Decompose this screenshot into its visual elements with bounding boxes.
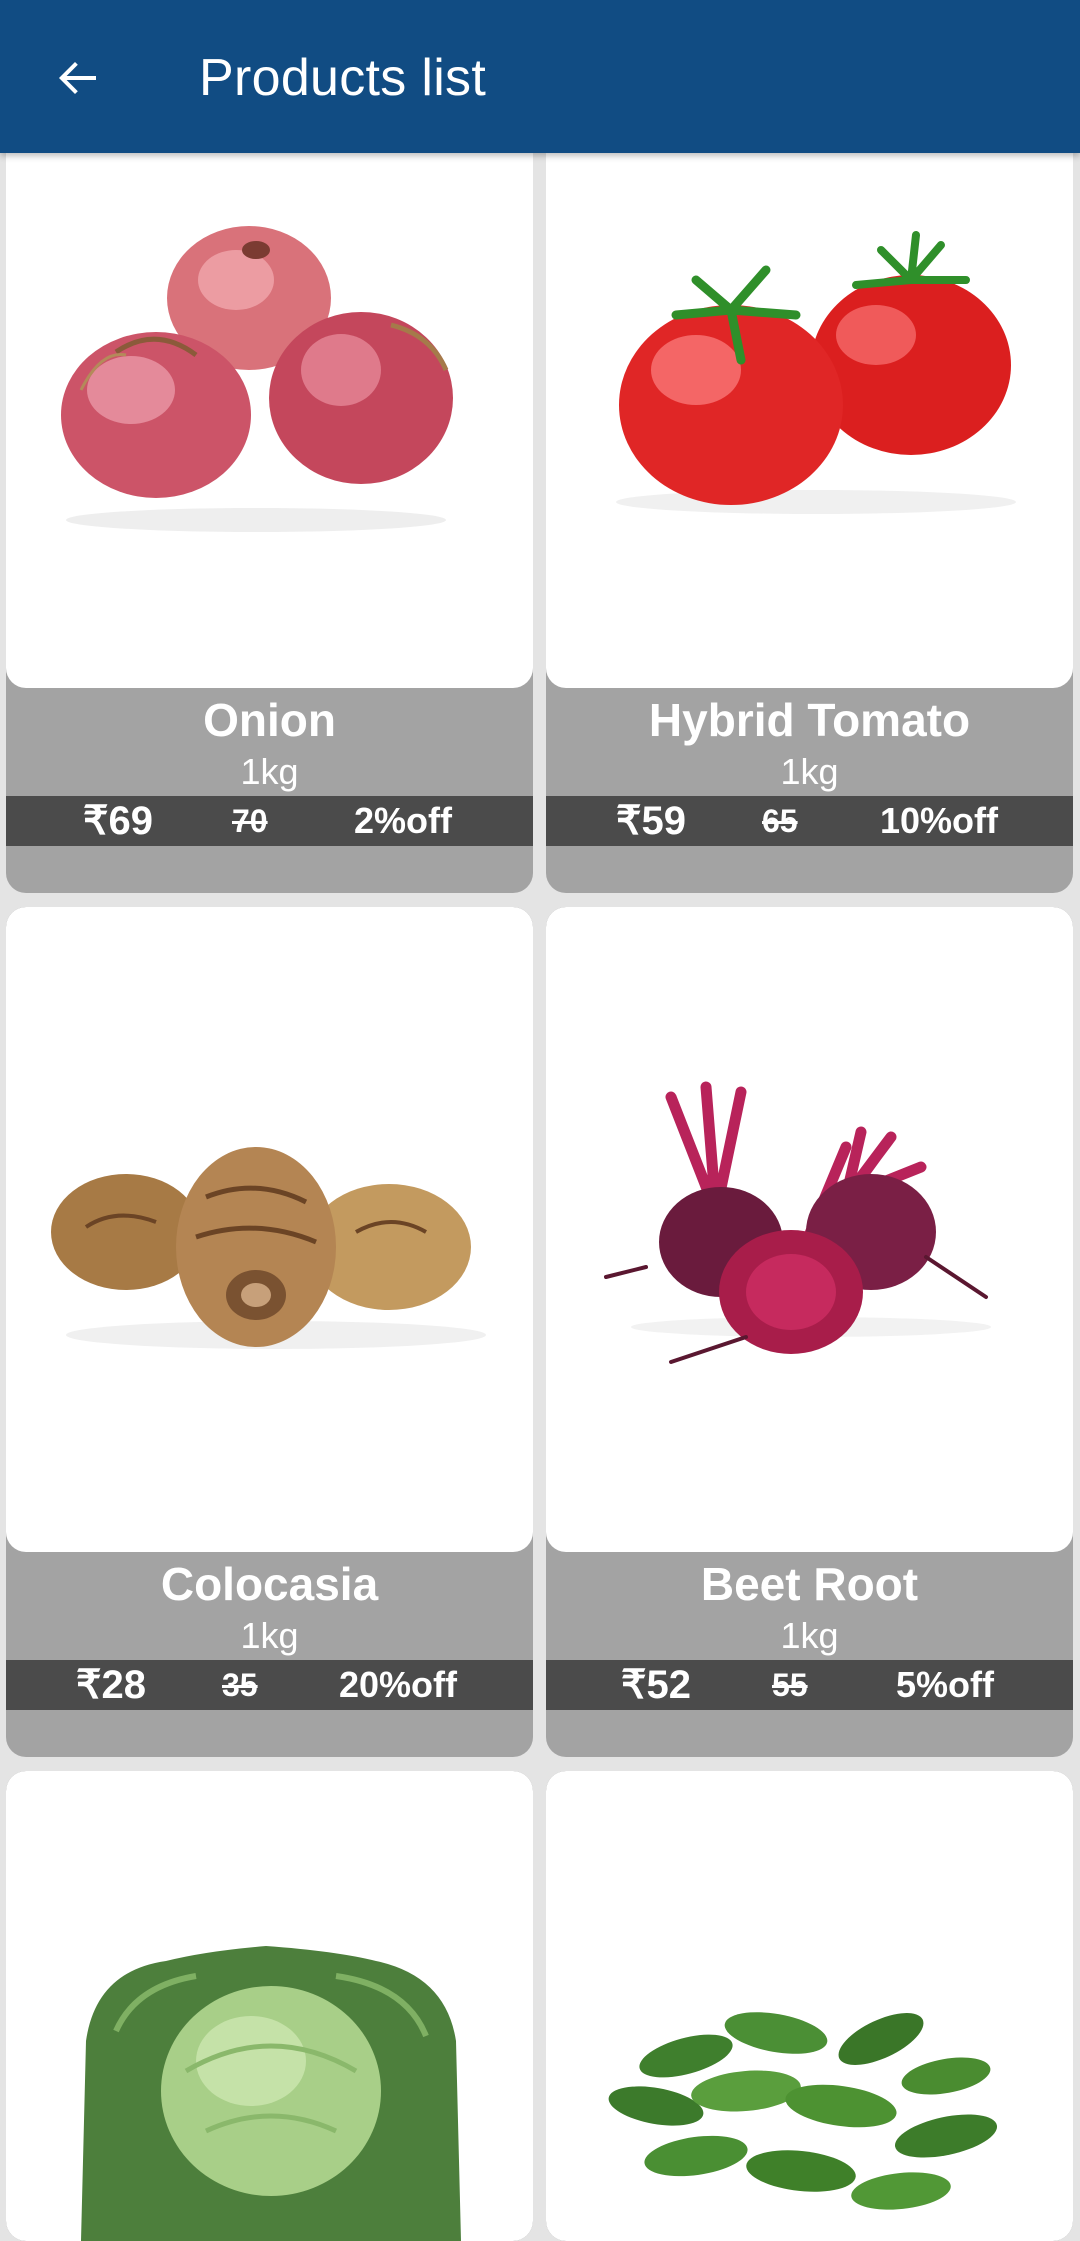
product-unit: 1kg bbox=[240, 1615, 299, 1656]
product-mrp: 70 bbox=[232, 803, 268, 839]
product-name: Colocasia bbox=[160, 1558, 379, 1610]
colocasia-image bbox=[51, 1147, 486, 1349]
cabbage-image bbox=[81, 1946, 461, 2241]
product-card[interactable] bbox=[546, 1771, 1073, 2241]
product-price: ₹59 bbox=[616, 799, 686, 843]
product-price: ₹69 bbox=[83, 799, 153, 843]
arrow-left-icon bbox=[59, 62, 96, 94]
beetroot-image bbox=[604, 1081, 991, 1364]
product-image bbox=[546, 1771, 1073, 2241]
back-button[interactable] bbox=[48, 48, 108, 108]
product-unit: 1kg bbox=[780, 1615, 839, 1656]
product-card[interactable]: Colocasia 1kg ₹28 35 20%off bbox=[6, 907, 533, 1757]
product-image bbox=[6, 907, 533, 1552]
product-image bbox=[6, 1771, 533, 2241]
product-unit: 1kg bbox=[780, 751, 839, 792]
product-mrp: 65 bbox=[762, 803, 798, 839]
product-image bbox=[6, 120, 533, 688]
product-card[interactable]: Hybrid Tomato 1kg ₹59 65 10%off bbox=[546, 120, 1073, 893]
product-name: Beet Root bbox=[700, 1558, 919, 1610]
product-name: Onion bbox=[203, 694, 336, 746]
cucumber-image bbox=[608, 2012, 998, 2210]
product-discount: 5%off bbox=[896, 1664, 994, 1705]
tomato-image bbox=[616, 231, 1016, 514]
product-name: Hybrid Tomato bbox=[648, 694, 971, 746]
product-unit: 1kg bbox=[240, 751, 299, 792]
page-title: Products list bbox=[199, 49, 487, 107]
product-discount: 2%off bbox=[354, 800, 452, 841]
product-card[interactable]: Onion 1kg ₹69 70 2%off bbox=[6, 120, 533, 893]
price-bar: ₹28 35 20%off bbox=[6, 1660, 533, 1710]
product-price: ₹28 bbox=[76, 1663, 146, 1707]
product-discount: 20%off bbox=[339, 1664, 458, 1705]
product-discount: 10%off bbox=[880, 800, 999, 841]
product-price: ₹52 bbox=[621, 1663, 691, 1707]
price-bar: ₹52 55 5%off bbox=[546, 1660, 1073, 1710]
onion-image bbox=[61, 226, 453, 532]
price-bar: ₹59 65 10%off bbox=[546, 796, 1073, 846]
product-mrp: 35 bbox=[222, 1667, 258, 1703]
product-mrp: 55 bbox=[772, 1667, 808, 1703]
app-bar: Products list bbox=[0, 0, 1080, 153]
product-card[interactable] bbox=[6, 1771, 533, 2241]
product-image bbox=[546, 120, 1073, 688]
price-bar: ₹69 70 2%off bbox=[6, 796, 533, 846]
product-card[interactable]: Beet Root 1kg ₹52 55 5%off bbox=[546, 907, 1073, 1757]
product-image bbox=[546, 907, 1073, 1552]
